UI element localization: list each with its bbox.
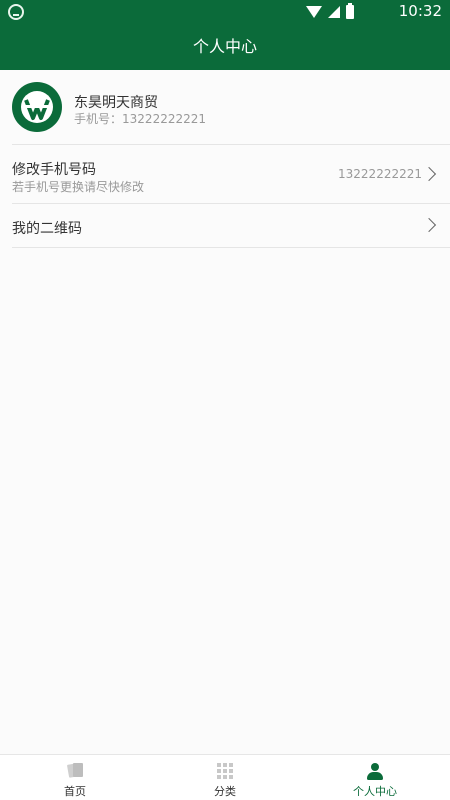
profile-card[interactable]: 东昊明天商贸 手机号：13222222221	[0, 70, 450, 144]
divider	[12, 247, 450, 248]
change-phone-row[interactable]: 修改手机号码 若手机号更换请尽快修改 13222222221	[0, 145, 450, 203]
change-phone-value: 13222222221	[338, 167, 422, 181]
status-time: 10:32	[398, 2, 442, 20]
nav-home[interactable]: 首页	[0, 755, 150, 800]
bottom-nav: 首页 分类 个人中心	[0, 754, 450, 800]
nav-category[interactable]: 分类	[150, 755, 300, 800]
nav-profile-label: 个人中心	[353, 785, 397, 798]
chevron-right-icon	[421, 166, 437, 182]
user-icon	[366, 762, 384, 780]
nav-home-label: 首页	[64, 785, 86, 798]
profile-phone: 手机号：13222222221	[74, 110, 206, 127]
signal-icon	[328, 6, 340, 18]
app-logo-icon	[8, 4, 24, 20]
chevron-right-icon	[421, 217, 437, 233]
home-icon	[66, 762, 84, 780]
qr-code-row[interactable]: 我的二维码	[0, 204, 450, 247]
wifi-icon	[306, 6, 322, 18]
battery-icon	[346, 3, 354, 19]
nav-profile[interactable]: 个人中心	[300, 755, 450, 800]
phone-label: 手机号	[74, 112, 111, 126]
grid-icon	[216, 762, 234, 780]
qr-code-title: 我的二维码	[12, 221, 82, 237]
status-bar: 10:32	[0, 0, 450, 24]
brand-logo-icon	[12, 82, 62, 132]
nav-category-label: 分类	[214, 785, 236, 798]
change-phone-subtitle: 若手机号更换请尽快修改	[12, 180, 145, 194]
profile-name: 东昊明天商贸	[74, 95, 158, 111]
page-title: 个人中心	[0, 24, 450, 70]
phone-separator: ：	[110, 112, 123, 126]
change-phone-title: 修改手机号码	[12, 162, 96, 178]
phone-number: 13222222221	[122, 112, 207, 126]
status-icons	[306, 3, 354, 19]
